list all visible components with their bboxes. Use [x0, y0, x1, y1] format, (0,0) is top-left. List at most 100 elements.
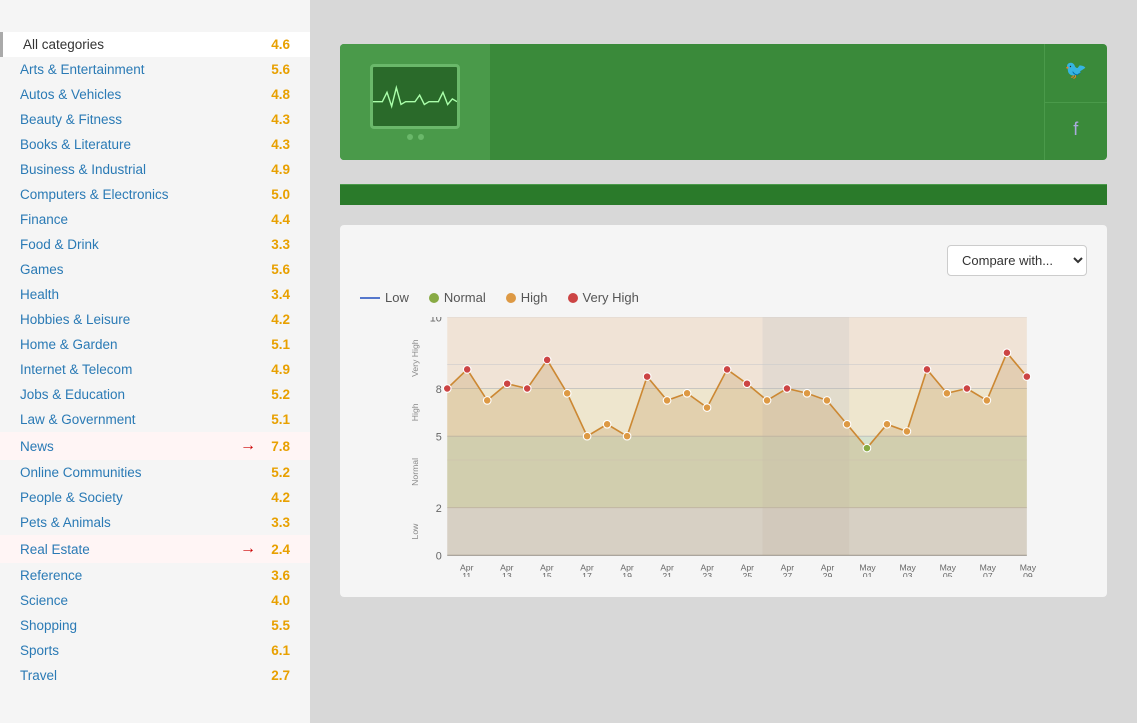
category-item-beauty---fitness[interactable]: Beauty & Fitness4.3: [0, 107, 310, 132]
chart-dot[interactable]: [923, 366, 931, 374]
category-item-computers---electronics[interactable]: Computers & Electronics5.0: [0, 182, 310, 207]
category-score: 4.2: [260, 312, 290, 327]
twitter-share[interactable]: 🐦: [1045, 44, 1107, 103]
svg-text:8: 8: [436, 384, 442, 396]
category-right: →2.4: [240, 540, 290, 558]
svg-text:27: 27: [783, 571, 793, 577]
compare-select[interactable]: Compare with...: [947, 245, 1087, 276]
chart-dot[interactable]: [803, 389, 811, 397]
legend-item-very-high: Very High: [568, 290, 639, 305]
category-item-food---drink[interactable]: Food & Drink3.3: [0, 232, 310, 257]
category-item-hobbies---leisure[interactable]: Hobbies & Leisure 4.2: [0, 307, 310, 332]
chart-dot[interactable]: [623, 432, 631, 440]
category-right: 5.6: [260, 62, 290, 77]
score-card-monitor: [340, 44, 490, 160]
category-name: Arts & Entertainment: [20, 62, 145, 77]
facebook-icon: f: [1073, 119, 1078, 140]
facebook-share[interactable]: f: [1045, 103, 1107, 161]
category-score: 5.1: [260, 337, 290, 352]
score-card: 🐦 f: [340, 44, 1107, 160]
chart-dot[interactable]: [703, 404, 711, 412]
category-item-inner: Books & Literature4.3: [20, 137, 290, 152]
category-item-inner: Internet & Telecom4.9: [20, 362, 290, 377]
category-item-people---society[interactable]: People & Society4.2: [0, 485, 310, 510]
category-item-law---government[interactable]: Law & Government5.1: [0, 407, 310, 432]
chart-dot[interactable]: [543, 356, 551, 364]
category-item-reference[interactable]: Reference3.6: [0, 563, 310, 588]
category-score: 6.1: [260, 643, 290, 658]
category-item-sports[interactable]: Sports6.1: [0, 638, 310, 663]
category-score: 5.2: [260, 465, 290, 480]
svg-text:5: 5: [436, 432, 442, 444]
category-item-news[interactable]: News→7.8: [0, 432, 310, 460]
chart-dot[interactable]: [843, 420, 851, 428]
category-item-jobs---education[interactable]: Jobs & Education5.2: [0, 382, 310, 407]
svg-text:Normal: Normal: [410, 458, 420, 486]
category-item-real-estate[interactable]: Real Estate→2.4: [0, 535, 310, 563]
svg-text:25: 25: [743, 571, 753, 577]
category-score: 2.7: [260, 668, 290, 683]
chart-dot[interactable]: [743, 380, 751, 388]
chart-dot[interactable]: [1023, 373, 1031, 381]
legend-item-normal: Normal: [429, 290, 486, 305]
chart-dot[interactable]: [963, 385, 971, 393]
chart-dot[interactable]: [443, 385, 451, 393]
chart-dot[interactable]: [983, 397, 991, 405]
monitor-dot-1: [407, 134, 413, 140]
chart-dot[interactable]: [683, 389, 691, 397]
embed-widget-button[interactable]: [340, 184, 1107, 205]
category-item-home---garden[interactable]: Home & Garden5.1: [0, 332, 310, 357]
category-item-all-categories[interactable]: All categories4.6: [0, 32, 310, 57]
chart-dot[interactable]: [563, 389, 571, 397]
category-item-inner: Sports6.1: [20, 643, 290, 658]
category-right: 4.2: [260, 490, 290, 505]
category-item-finance[interactable]: Finance4.4: [0, 207, 310, 232]
chart-dot[interactable]: [523, 385, 531, 393]
chart-dot[interactable]: [1003, 349, 1011, 357]
category-item-arts---entertainment[interactable]: Arts & Entertainment 5.6: [0, 57, 310, 82]
category-item-online-communities[interactable]: Online Communities5.2: [0, 460, 310, 485]
category-item-games[interactable]: Games5.6: [0, 257, 310, 282]
chart-dot[interactable]: [463, 366, 471, 374]
category-right: 4.6: [260, 37, 290, 52]
chart-dot[interactable]: [863, 444, 871, 452]
chart-container: 10 8 5 2 0 Very High High Normal Low: [360, 317, 1087, 577]
chart-dot[interactable]: [883, 420, 891, 428]
category-item-business---industrial[interactable]: Business & Industrial4.9: [0, 157, 310, 182]
chart-dot[interactable]: [763, 397, 771, 405]
category-item-inner: Law & Government5.1: [20, 412, 290, 427]
chart-dot[interactable]: [603, 420, 611, 428]
chart-dot[interactable]: [823, 397, 831, 405]
chart-dot[interactable]: [503, 380, 511, 388]
category-item-pets---animals[interactable]: Pets & Animals3.3: [0, 510, 310, 535]
legend-label: High: [521, 290, 548, 305]
category-name: Food & Drink: [20, 237, 99, 252]
category-item-inner: News→7.8: [20, 437, 290, 455]
chart-dot[interactable]: [583, 432, 591, 440]
category-item-science[interactable]: Science4.0: [0, 588, 310, 613]
category-item-health[interactable]: Health3.4: [0, 282, 310, 307]
chart-dot[interactable]: [943, 389, 951, 397]
category-item-shopping[interactable]: Shopping5.5: [0, 613, 310, 638]
category-name: Hobbies & Leisure: [20, 312, 130, 327]
legend-label: Normal: [444, 290, 486, 305]
chart-dot[interactable]: [723, 366, 731, 374]
svg-text:17: 17: [582, 571, 592, 577]
chart-dot[interactable]: [643, 373, 651, 381]
chart-dot[interactable]: [483, 397, 491, 405]
category-right: 4.3: [260, 112, 290, 127]
category-item-inner: Science4.0: [20, 593, 290, 608]
category-item-autos---vehicles[interactable]: Autos & Vehicles4.8: [0, 82, 310, 107]
category-item-internet---telecom[interactable]: Internet & Telecom4.9: [0, 357, 310, 382]
chart-dot[interactable]: [663, 397, 671, 405]
category-item-inner: Reference3.6: [20, 568, 290, 583]
category-right: 6.1: [260, 643, 290, 658]
category-right: 5.2: [260, 387, 290, 402]
chart-dot[interactable]: [783, 385, 791, 393]
category-item-travel[interactable]: Travel2.7: [0, 663, 310, 688]
category-list: All categories4.6 Arts & Entertainment 5.6…: [0, 32, 310, 688]
monitor-screen: [370, 64, 460, 129]
category-name: Computers & Electronics: [20, 187, 169, 202]
category-item-books---literature[interactable]: Books & Literature4.3: [0, 132, 310, 157]
chart-dot[interactable]: [903, 428, 911, 436]
